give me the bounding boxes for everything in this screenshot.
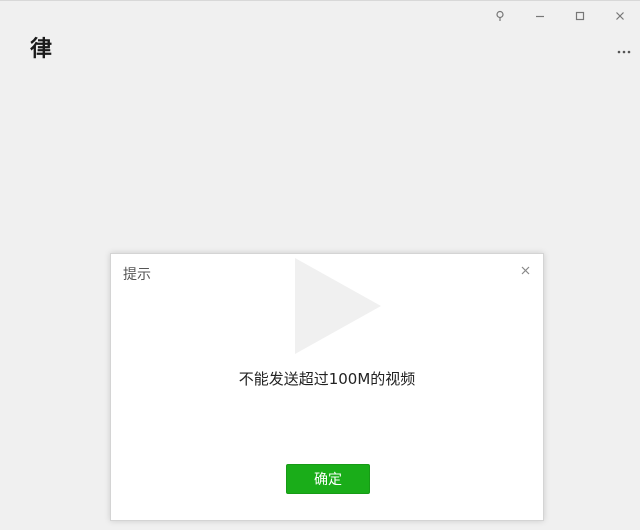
- pin-button[interactable]: [480, 1, 520, 31]
- chat-window: 律 提示 不能发送超过100M的视频 确定: [0, 0, 640, 530]
- more-options-button[interactable]: [612, 43, 636, 61]
- chat-title: 律: [30, 37, 53, 62]
- dialog-title: 提示: [123, 267, 151, 283]
- maximize-button[interactable]: [560, 1, 600, 31]
- window-controls: [480, 1, 640, 31]
- pin-icon: [496, 10, 504, 21]
- close-window-button[interactable]: [600, 1, 640, 31]
- maximize-icon: [575, 11, 585, 21]
- close-icon: [521, 266, 529, 274]
- minimize-icon: [536, 15, 544, 18]
- confirm-button[interactable]: 确定: [286, 464, 370, 494]
- close-icon: [616, 12, 624, 20]
- dialog-message: 不能发送超过100M的视频: [238, 370, 416, 388]
- minimize-button[interactable]: [520, 1, 560, 31]
- more-icon: [617, 50, 631, 54]
- alert-dialog: 提示 不能发送超过100M的视频 确定: [110, 253, 544, 521]
- play-icon: [295, 258, 381, 354]
- dialog-close-button[interactable]: [517, 262, 533, 278]
